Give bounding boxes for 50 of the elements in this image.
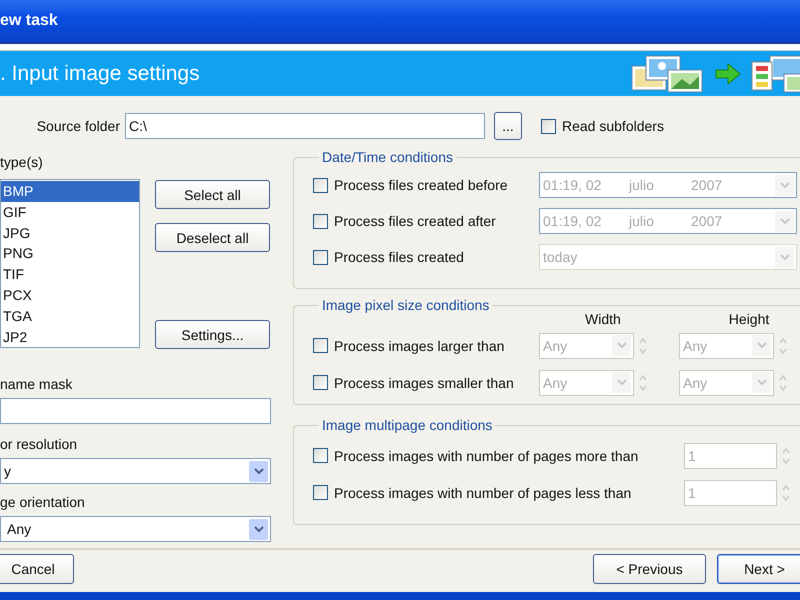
file-type-list[interactable]: BMP GIF JPG PNG TIF PCX TGA JP2 — [0, 179, 140, 348]
checklist-pictures-icon — [750, 54, 800, 94]
group-title: Image multipage conditions — [321, 417, 494, 433]
previous-button[interactable]: < Previous — [593, 554, 706, 584]
settings-button[interactable]: Settings... — [155, 320, 270, 349]
file-type-item[interactable]: TGA — [1, 306, 139, 327]
checkbox-label: Process images with number of pages more than — [334, 448, 640, 464]
checkbox-label: Process images with number of pages less than — [334, 484, 632, 500]
browse-button[interactable]: ... — [494, 112, 522, 140]
checkbox-label: Process files created after — [334, 213, 497, 229]
window-title: ew task — [0, 12, 58, 30]
file-type-item[interactable]: TIF — [1, 264, 139, 285]
checkbox[interactable] — [313, 448, 328, 463]
file-type-item[interactable]: JP2 — [1, 326, 139, 348]
checkbox[interactable] — [313, 375, 328, 390]
checkbox[interactable] — [313, 250, 328, 264]
checkbox-label: Read subfolders — [562, 118, 664, 134]
name-mask-field[interactable] — [0, 398, 271, 424]
file-type-item[interactable]: GIF — [1, 202, 139, 223]
column-header: Height — [728, 311, 770, 327]
cancel-button[interactable]: Cancel — [0, 554, 74, 584]
resolution-dropdown[interactable]: y — [0, 458, 271, 484]
file-type-item[interactable]: BMP — [1, 181, 139, 202]
group-title: Date/Time conditions — [321, 149, 454, 165]
group-title: Image pixel size conditions — [321, 297, 490, 313]
orientation-label: ge orientation — [0, 493, 86, 512]
orientation-dropdown[interactable]: Any — [0, 516, 271, 542]
next-button[interactable]: Next > — [717, 554, 800, 584]
checkbox-label: Process files created before — [334, 177, 509, 193]
checkbox[interactable] — [541, 118, 556, 134]
name-mask-label: name mask — [0, 375, 74, 394]
checkbox-label: Process images smaller than — [334, 374, 515, 390]
source-folder-field[interactable]: C:\ — [125, 113, 485, 139]
checkbox-label: Process files created — [334, 249, 465, 265]
deselect-all-button[interactable]: Deselect all — [155, 223, 270, 252]
file-type-item[interactable]: JPG — [1, 222, 139, 244]
file-types-label: type(s) — [0, 153, 44, 172]
checkbox-label: Process images larger than — [334, 338, 506, 354]
source-folder-label: Source folder — [36, 118, 120, 134]
column-header: Width — [585, 311, 621, 327]
step-title: . Input image settings — [0, 62, 200, 86]
checkbox[interactable] — [313, 485, 328, 500]
arrow-icon — [714, 62, 742, 86]
checkbox[interactable] — [313, 214, 328, 228]
checkbox[interactable] — [313, 178, 328, 192]
checkbox[interactable] — [313, 338, 328, 353]
file-type-item[interactable]: PNG — [1, 243, 139, 264]
resolution-label: or resolution — [0, 435, 78, 454]
file-type-item[interactable]: PCX — [1, 284, 139, 306]
select-all-button[interactable]: Select all — [155, 180, 270, 209]
